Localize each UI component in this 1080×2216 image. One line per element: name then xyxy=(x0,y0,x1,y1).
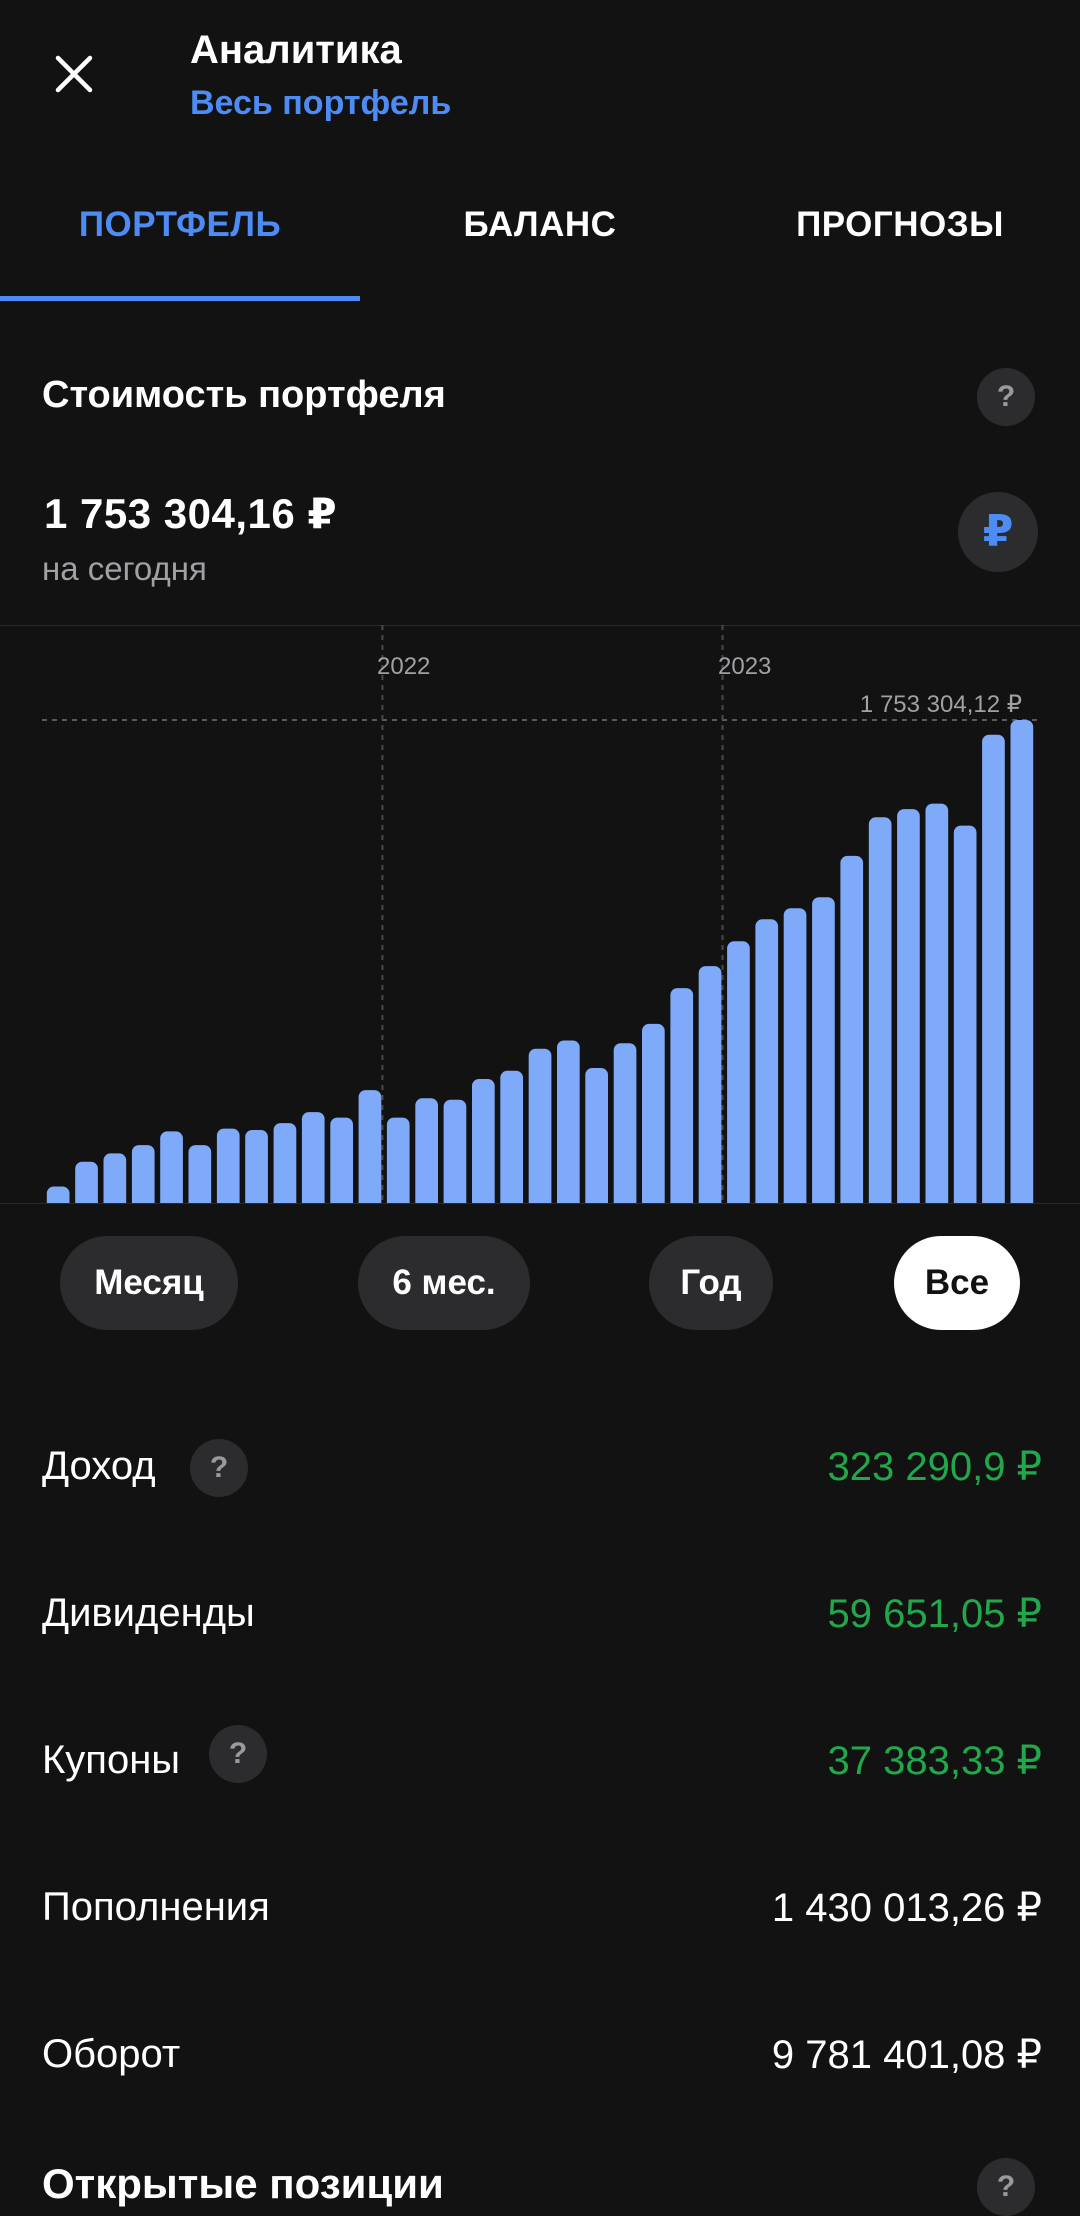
currency-toggle-button[interactable]: ₽ xyxy=(958,492,1038,572)
period-month-button[interactable]: Месяц xyxy=(60,1236,238,1330)
period-all-button[interactable]: Все xyxy=(894,1236,1020,1330)
dividends-value: 59 651,05 ₽ xyxy=(827,1592,1042,1636)
chart-bar[interactable] xyxy=(925,803,949,1203)
tab-balance[interactable]: БАЛАНС xyxy=(360,205,720,245)
chart-bar[interactable] xyxy=(386,1117,410,1203)
chart-bar[interactable] xyxy=(783,908,807,1203)
chart-bar[interactable] xyxy=(500,1070,523,1203)
chart-bar[interactable] xyxy=(443,1099,467,1203)
help-icon[interactable]: ? xyxy=(190,1439,248,1497)
page-title: Аналитика xyxy=(190,28,402,72)
chart-bar[interactable] xyxy=(953,825,977,1203)
chart-bar[interactable] xyxy=(698,966,722,1203)
chart-bar[interactable] xyxy=(812,897,835,1203)
turnover-value: 9 781 401,08 ₽ xyxy=(771,2033,1042,2077)
chart-bar[interactable] xyxy=(472,1079,495,1203)
chart-bar[interactable] xyxy=(982,734,1005,1203)
chart-bar[interactable] xyxy=(557,1040,580,1204)
max-value-label: 1 753 304,12 ₽ xyxy=(860,691,1022,718)
chart-bar[interactable] xyxy=(75,1161,98,1203)
chart-bar[interactable] xyxy=(273,1123,297,1203)
section-title: Стоимость портфеля xyxy=(42,374,446,416)
help-icon[interactable]: ? xyxy=(209,1725,267,1783)
portfolio-chart[interactable]: 2022 2023 1 753 304,12 ₽ xyxy=(0,625,1080,1203)
chart-bar[interactable] xyxy=(358,1090,382,1203)
portfolio-value: 1 753 304,16 ₽ xyxy=(44,490,338,537)
tab-forecasts[interactable]: ПРОГНОЗЫ xyxy=(720,205,1080,245)
year-label: 2023 xyxy=(718,653,771,680)
chart-bar[interactable] xyxy=(415,1098,438,1203)
coupons-value: 37 383,33 ₽ xyxy=(827,1739,1042,1783)
close-icon[interactable] xyxy=(50,50,98,98)
income-label: Доход xyxy=(42,1444,156,1488)
chart-bar[interactable] xyxy=(868,817,892,1203)
income-value: 323 290,9 ₽ xyxy=(827,1445,1042,1489)
deposits-value: 1 430 013,26 ₽ xyxy=(771,1886,1042,1930)
help-icon[interactable]: ? xyxy=(977,2158,1035,2216)
chart-bar[interactable] xyxy=(103,1153,127,1203)
tab-portfolio[interactable]: ПОРТФЕЛЬ xyxy=(0,205,360,245)
chart-bar[interactable] xyxy=(755,919,779,1203)
chart-bar[interactable] xyxy=(840,855,864,1203)
year-label: 2022 xyxy=(377,653,430,680)
chart-bar[interactable] xyxy=(160,1131,183,1203)
chart-bar[interactable] xyxy=(1010,720,1034,1203)
chart-bar[interactable] xyxy=(897,809,920,1203)
chart-bar[interactable] xyxy=(330,1117,353,1203)
deposits-label: Пополнения xyxy=(42,1885,270,1929)
help-icon[interactable]: ? xyxy=(977,368,1035,426)
coupons-label: Купоны xyxy=(42,1738,181,1782)
chart-bar[interactable] xyxy=(585,1068,608,1203)
turnover-label: Оборот xyxy=(42,2032,181,2076)
chart-bar[interactable] xyxy=(727,941,750,1203)
chart-bar[interactable] xyxy=(245,1130,268,1203)
chart-bar[interactable] xyxy=(642,1023,665,1203)
chart-bar[interactable] xyxy=(670,988,694,1203)
period-6-months-button[interactable]: 6 мес. xyxy=(358,1236,530,1330)
chart-bar[interactable] xyxy=(188,1145,212,1203)
period-year-button[interactable]: Год xyxy=(649,1236,773,1330)
chart-bar[interactable] xyxy=(528,1048,552,1203)
chart-bar[interactable] xyxy=(613,1043,637,1203)
active-tab-indicator xyxy=(0,296,360,301)
dividends-label: Дивиденды xyxy=(42,1591,255,1635)
chart-bar[interactable] xyxy=(301,1112,325,1203)
chart-bar[interactable] xyxy=(131,1145,155,1203)
portfolio-selector[interactable]: Весь портфель xyxy=(190,84,451,123)
value-caption: на сегодня xyxy=(42,550,207,587)
divider xyxy=(0,1203,1080,1204)
open-positions-title: Открытые позиции xyxy=(42,2160,444,2207)
chart-bar[interactable] xyxy=(46,1186,70,1204)
chart-bar[interactable] xyxy=(216,1128,240,1203)
